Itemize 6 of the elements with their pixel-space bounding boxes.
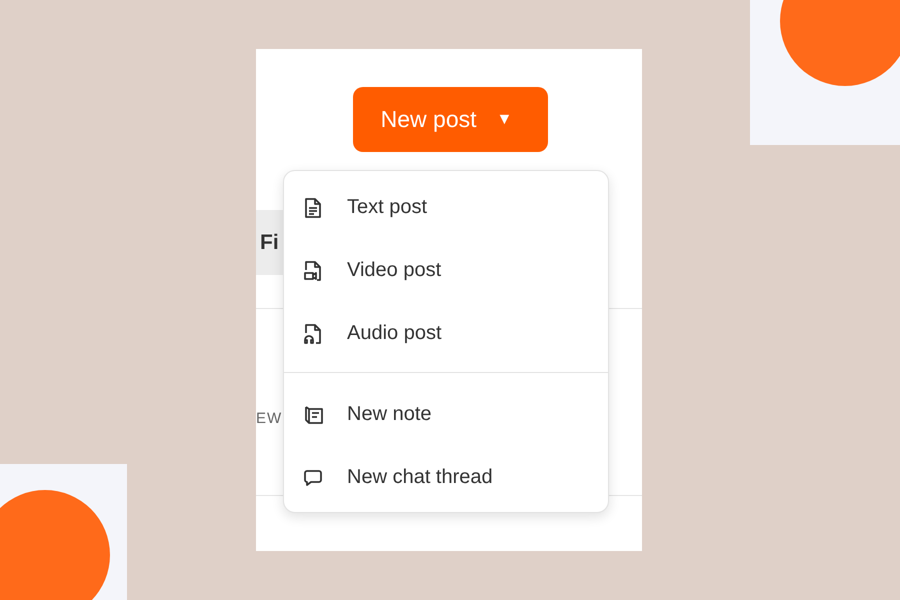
menu-item[interactable]: Audio post bbox=[284, 302, 608, 365]
section-label: EW bbox=[256, 410, 282, 427]
menu-item[interactable]: New note bbox=[284, 383, 608, 446]
menu-item[interactable]: New chat thread bbox=[284, 446, 608, 509]
menu-item[interactable]: Video post bbox=[284, 239, 608, 302]
menu-item[interactable]: Text post bbox=[284, 176, 608, 239]
